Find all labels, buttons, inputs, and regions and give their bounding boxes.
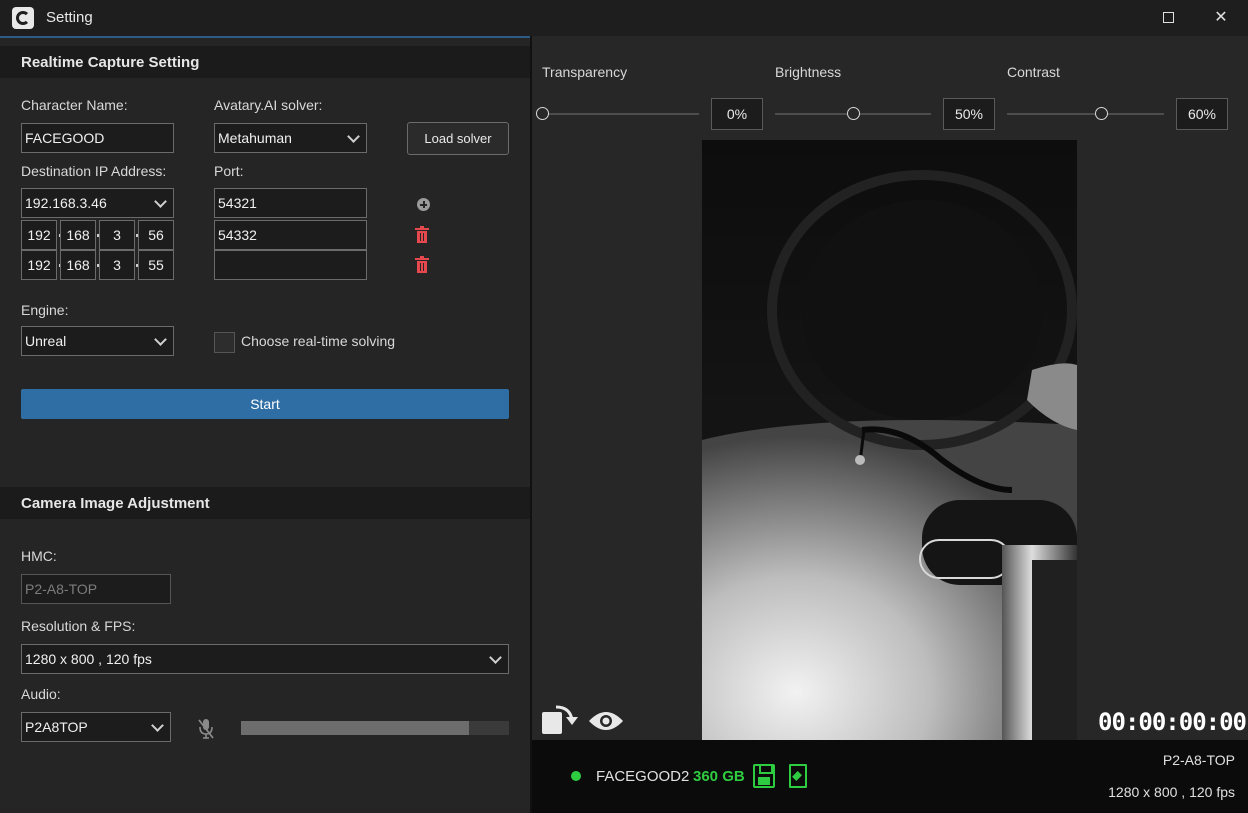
preview-panel: Transparency Brightness Contrast 0% 50% … [532,36,1248,740]
transparency-slider-track[interactable] [542,113,699,115]
start-button[interactable]: Start [21,389,509,419]
port-label: Port: [214,163,244,179]
brightness-label: Brightness [775,64,842,80]
audio-level-meter [241,721,509,735]
solver-select-value: Metahuman [218,130,292,146]
status-resolution: 1280 x 800 , 120 fps [1108,784,1235,800]
resolution-label: Resolution & FPS: [21,618,136,634]
contrast-value[interactable]: 60% [1176,98,1228,130]
close-icon: ✕ [1214,9,1228,26]
realtime-solving-checkbox[interactable] [214,332,235,353]
engine-select[interactable]: Unreal [21,326,174,356]
status-hmc-name: P2-A8-TOP [1162,752,1235,768]
ip-octet-input[interactable]: 55 [138,250,174,280]
ip-address-row-1: 192 168 3 56 [21,220,174,250]
dest-ip-select[interactable]: 192.168.3.46 [21,188,174,218]
contrast-slider-handle[interactable] [1095,107,1109,120]
character-name-label: Character Name: [21,97,128,113]
maximize-icon [1163,12,1174,23]
eye-icon[interactable] [588,710,624,732]
capture-section-title: Realtime Capture Setting [21,54,200,71]
ip-octet-input[interactable]: 3 [99,250,135,280]
dest-ip-label: Destination IP Address: [21,163,167,179]
solver-label: Avatary.AI solver: [214,97,323,113]
settings-panel: Realtime Capture Setting Character Name:… [0,36,530,813]
save-disk-icon[interactable] [753,764,775,788]
close-button[interactable]: ✕ [1209,6,1233,30]
audio-select-value: P2A8TOP [25,719,88,735]
chevron-down-icon [154,333,167,346]
resolution-select-value: 1280 x 800 , 120 fps [25,651,152,667]
delete-ip-icon[interactable] [415,226,429,243]
camera-section-header: Camera Image Adjustment [0,487,530,519]
transparency-value[interactable]: 0% [711,98,763,130]
solver-select[interactable]: Metahuman [214,123,367,153]
chevron-down-icon [151,719,164,732]
audio-level-fill [241,721,469,735]
transparency-label: Transparency [542,64,628,80]
audio-label: Audio: [21,686,61,702]
camera-preview [702,140,1077,740]
brightness-value[interactable]: 50% [943,98,995,130]
maximize-button[interactable] [1157,6,1181,30]
port-input-primary[interactable]: 54321 [214,188,367,218]
camera-section-title: Camera Image Adjustment [21,495,210,512]
delete-ip-icon[interactable] [415,256,429,273]
port-input-row-1[interactable]: 54332 [214,220,367,250]
ip-octet-input[interactable]: 3 [99,220,135,250]
ip-octet-input[interactable]: 168 [60,220,96,250]
port-input-row-2[interactable] [214,250,367,280]
camera-feed-image [702,140,1077,740]
character-name-input[interactable]: FACEGOOD [21,123,174,153]
ip-octet-input[interactable]: 192 [21,220,57,250]
window-title: Setting [46,9,93,26]
hmc-input[interactable]: P2-A8-TOP [21,574,171,604]
title-bar: Setting ✕ [0,0,1248,36]
engine-select-value: Unreal [25,333,67,349]
brightness-slider-handle[interactable] [847,107,860,120]
connection-status-icon [571,771,581,781]
capture-section-header: Realtime Capture Setting [0,46,530,78]
storage-free: 360 GB [693,768,745,785]
hmc-label: HMC: [21,548,57,564]
chevron-down-icon [154,195,167,208]
ip-octet-input[interactable]: 192 [21,250,57,280]
resolution-select[interactable]: 1280 x 800 , 120 fps [21,644,509,674]
chevron-down-icon [347,130,360,143]
engine-label: Engine: [21,302,69,318]
realtime-solving-label: Choose real-time solving [241,333,396,349]
rotate-icon[interactable] [542,704,578,734]
sd-card-icon[interactable] [789,764,807,788]
add-ip-icon[interactable] [417,198,430,211]
contrast-label: Contrast [1007,64,1060,80]
mic-muted-icon[interactable] [198,718,214,740]
timecode-display: 00:00:00:00 [1098,708,1247,736]
chevron-down-icon [489,651,502,664]
device-name: FACEGOOD2 [596,768,690,785]
transparency-slider-handle[interactable] [536,107,549,120]
contrast-slider-track[interactable] [1007,113,1164,115]
load-solver-button[interactable]: Load solver [407,122,509,155]
ip-address-row-2: 192 168 3 55 [21,250,174,280]
ip-octet-input[interactable]: 168 [60,250,96,280]
status-bar: FACEGOOD2 360 GB P2-A8-TOP 1280 x 800 , … [532,740,1248,813]
app-logo-icon [12,7,34,29]
dest-ip-select-value: 192.168.3.46 [25,195,107,211]
ip-octet-input[interactable]: 56 [138,220,174,250]
audio-select[interactable]: P2A8TOP [21,712,171,742]
